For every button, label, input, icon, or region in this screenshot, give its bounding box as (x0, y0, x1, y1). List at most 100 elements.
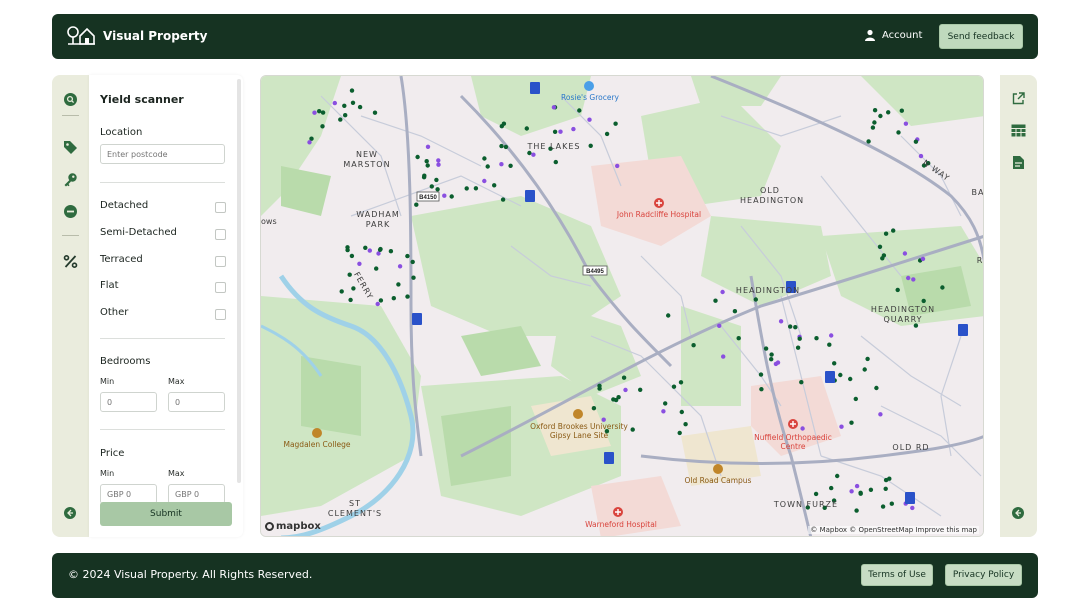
percent-icon[interactable] (63, 254, 78, 269)
property-marker[interactable] (405, 294, 410, 299)
minus-circle-icon[interactable] (63, 204, 78, 219)
property-marker[interactable] (320, 110, 326, 115)
property-marker[interactable] (832, 361, 837, 366)
property-marker[interactable] (621, 375, 627, 380)
property-marker[interactable] (500, 197, 506, 202)
property-marker[interactable] (508, 163, 513, 168)
property-marker[interactable] (345, 247, 350, 253)
property-marker[interactable] (604, 131, 610, 137)
property-marker[interactable] (338, 117, 343, 122)
property-marker[interactable] (611, 397, 616, 402)
property-marker[interactable] (312, 110, 317, 115)
price-min-input[interactable] (100, 484, 157, 504)
property-marker[interactable] (434, 177, 439, 183)
property-marker[interactable] (683, 422, 688, 427)
property-marker[interactable] (349, 88, 355, 93)
property-marker[interactable] (531, 152, 536, 157)
property-marker[interactable] (902, 251, 908, 256)
property-marker[interactable] (464, 186, 469, 191)
logo-icon[interactable] (66, 24, 96, 48)
property-marker[interactable] (838, 372, 843, 378)
property-marker[interactable] (442, 193, 447, 198)
property-marker[interactable] (410, 259, 415, 265)
property-marker[interactable] (921, 298, 926, 304)
property-marker[interactable] (425, 163, 430, 168)
poi-old-road-campus[interactable]: Old Road Campus (678, 476, 758, 485)
poi-rosies-grocery[interactable]: Rosie's Grocery (555, 93, 625, 102)
map-attribution[interactable]: © Mapbox © OpenStreetMap Improve this ma… (808, 526, 979, 534)
property-marker[interactable] (903, 121, 909, 126)
property-marker[interactable] (378, 298, 384, 303)
flat-checkbox[interactable] (215, 282, 226, 293)
property-marker[interactable] (769, 352, 774, 357)
property-marker[interactable] (813, 491, 819, 497)
property-marker[interactable] (414, 202, 419, 207)
property-marker[interactable] (679, 409, 684, 415)
panel-scrollbar[interactable] (237, 79, 241, 483)
property-marker[interactable] (663, 401, 668, 406)
property-marker[interactable] (849, 420, 854, 425)
property-marker[interactable] (713, 298, 718, 303)
property-marker[interactable] (613, 121, 618, 126)
property-marker[interactable] (795, 345, 801, 350)
property-marker[interactable] (397, 264, 403, 269)
table-icon[interactable] (1011, 124, 1026, 137)
property-marker[interactable] (424, 159, 429, 164)
property-marker[interactable] (753, 297, 758, 302)
document-icon[interactable] (1012, 155, 1025, 170)
property-marker[interactable] (721, 354, 726, 359)
property-marker[interactable] (411, 275, 416, 280)
property-marker[interactable] (814, 336, 819, 341)
property-marker[interactable] (778, 319, 784, 324)
property-marker[interactable] (839, 424, 844, 429)
property-marker[interactable] (332, 100, 337, 106)
property-marker[interactable] (350, 100, 356, 105)
property-marker[interactable] (343, 113, 348, 118)
property-marker[interactable] (829, 333, 834, 338)
property-marker[interactable] (870, 125, 876, 130)
terms-of-use-button[interactable]: Terms of Use (861, 564, 933, 586)
property-marker[interactable] (588, 143, 593, 148)
property-marker[interactable] (473, 186, 479, 191)
property-marker[interactable] (485, 164, 490, 169)
property-marker[interactable] (799, 380, 804, 385)
property-marker[interactable] (829, 485, 834, 491)
property-marker[interactable] (895, 287, 900, 293)
property-marker[interactable] (357, 104, 363, 110)
property-marker[interactable] (872, 120, 877, 125)
property-marker[interactable] (854, 483, 860, 489)
property-marker[interactable] (320, 124, 325, 129)
property-marker[interactable] (896, 130, 901, 135)
property-marker[interactable] (552, 129, 558, 134)
property-marker[interactable] (615, 163, 620, 169)
property-marker[interactable] (788, 324, 793, 329)
property-marker[interactable] (880, 504, 886, 509)
property-marker[interactable] (868, 487, 874, 492)
property-marker[interactable] (866, 139, 871, 144)
property-marker[interactable] (940, 285, 945, 290)
property-marker[interactable] (377, 247, 383, 252)
property-marker[interactable] (499, 162, 504, 167)
property-marker[interactable] (874, 385, 879, 391)
property-marker[interactable] (775, 360, 781, 365)
property-marker[interactable] (396, 282, 401, 287)
property-marker[interactable] (889, 501, 894, 506)
property-marker[interactable] (577, 108, 582, 113)
property-marker[interactable] (367, 248, 372, 253)
property-marker[interactable] (499, 143, 504, 149)
property-marker[interactable] (891, 228, 896, 233)
property-marker[interactable] (913, 139, 919, 144)
submit-button[interactable]: Submit (100, 502, 232, 526)
property-marker[interactable] (422, 173, 427, 178)
poi-magdalen-college[interactable]: Magdalen College (275, 440, 359, 449)
property-marker[interactable] (883, 231, 889, 236)
property-marker[interactable] (849, 489, 854, 494)
property-marker[interactable] (887, 476, 892, 481)
poi-john-radcliffe-hospital[interactable]: John Radcliffe Hospital (609, 210, 709, 219)
property-marker[interactable] (415, 154, 420, 160)
property-marker[interactable] (666, 313, 671, 318)
property-marker[interactable] (524, 126, 529, 131)
property-marker[interactable] (732, 309, 738, 314)
property-marker[interactable] (375, 301, 380, 307)
property-marker[interactable] (853, 396, 858, 402)
